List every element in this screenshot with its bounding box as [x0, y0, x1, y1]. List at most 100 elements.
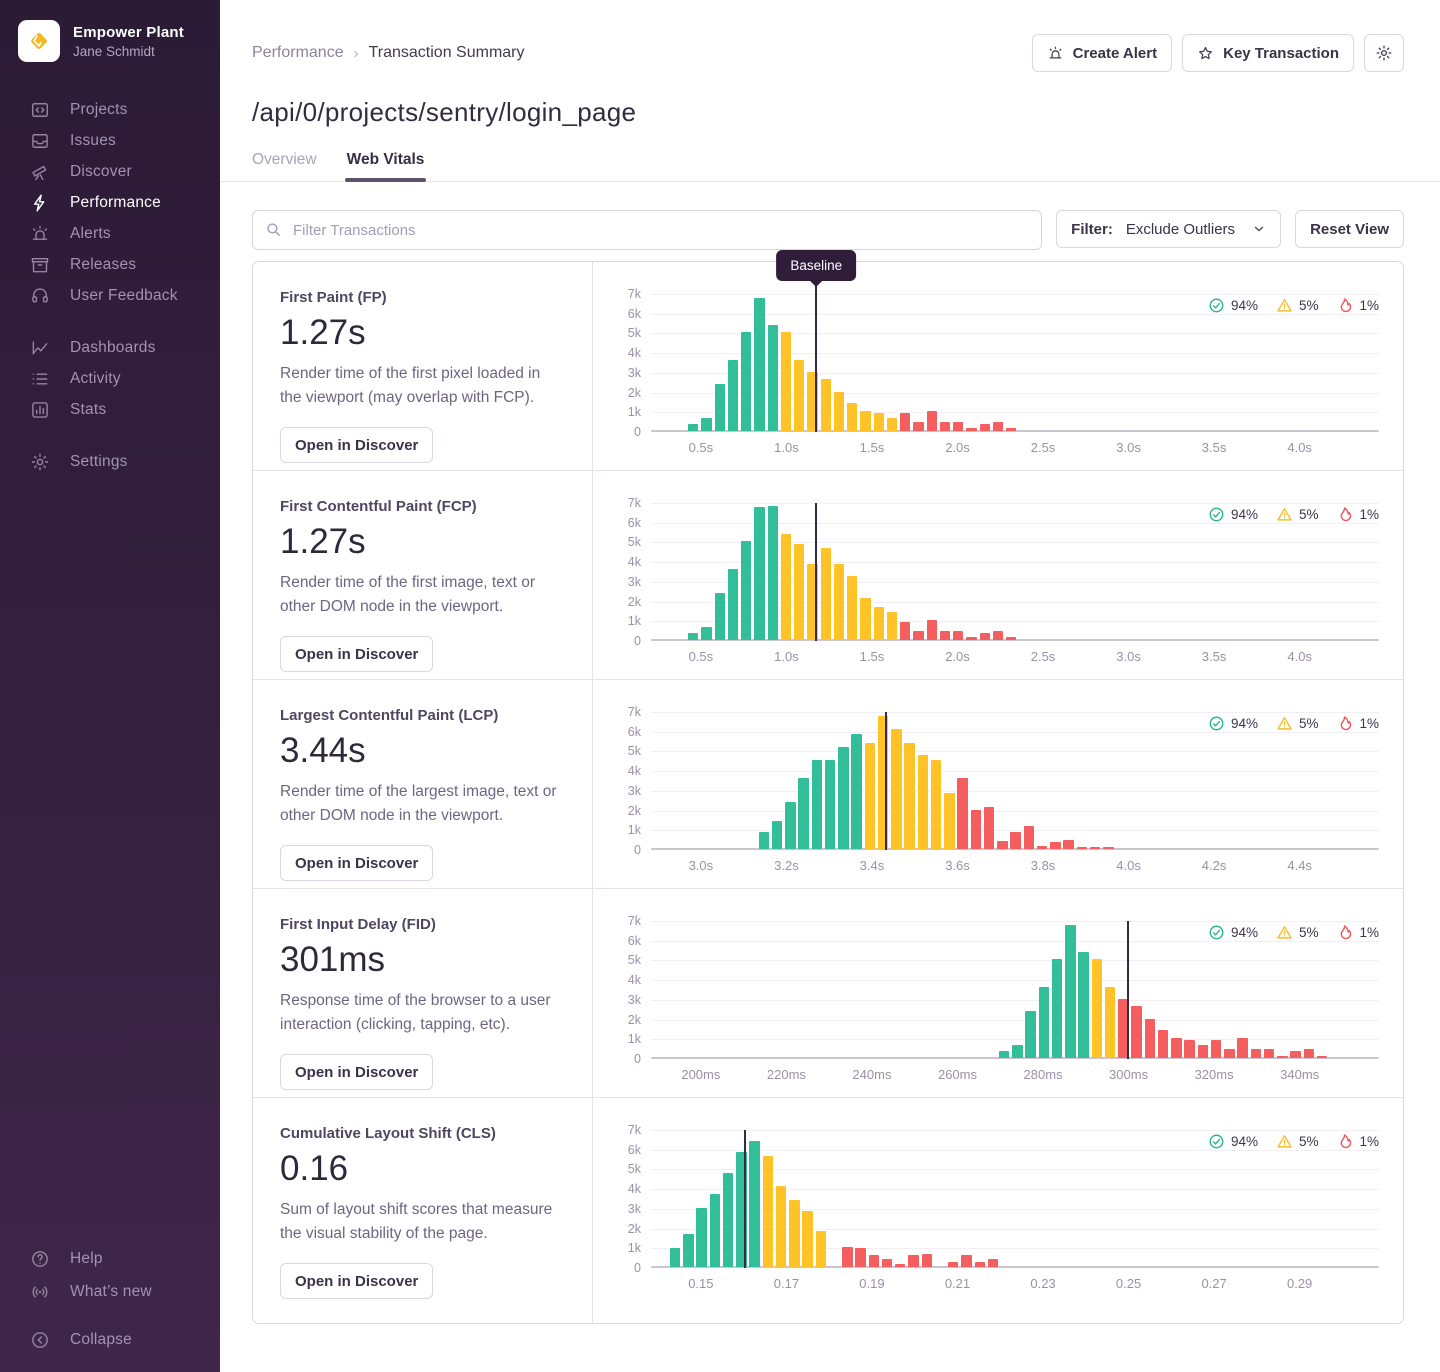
vital-row: First Paint (FP) 1.27s Render time of th…	[253, 262, 1403, 471]
histogram-bar	[821, 548, 831, 640]
histogram-bar	[953, 631, 963, 640]
baseline-line	[885, 712, 887, 850]
histogram-plot[interactable]: 94%5%1%200ms220ms240ms260ms280ms300ms320…	[651, 921, 1379, 1059]
sidebar-item-user-feedback[interactable]: User Feedback	[0, 280, 220, 311]
legend-poor-value: 1%	[1359, 1134, 1379, 1149]
histogram-bar	[1224, 1049, 1234, 1058]
x-tick-label: 320ms	[1195, 1067, 1234, 1082]
dashboards-icon	[30, 338, 50, 358]
sidebar-item-label: Dashboards	[70, 339, 156, 357]
legend-good-value: 94%	[1231, 925, 1258, 940]
sidebar-item-performance[interactable]: Performance	[0, 187, 220, 218]
feedback-icon	[30, 286, 50, 306]
filter-value: Exclude Outliers	[1126, 221, 1235, 238]
histogram-bar	[997, 841, 1007, 849]
org-switcher[interactable]: Empower Plant Jane Schmidt	[0, 20, 220, 62]
y-tick-label: 3k	[628, 993, 641, 1007]
org-user: Jane Schmidt	[73, 44, 184, 59]
page-header: Performance › Transaction Summary Create…	[220, 0, 1440, 182]
breadcrumb-separator: ›	[354, 45, 359, 62]
sidebar-nav: ProjectsIssuesDiscover Performance Alerts R…	[0, 94, 220, 498]
histogram-plot[interactable]: 94%5%1%0.5s1.0s1.5s2.0s2.5s3.0s3.5s4.0s	[651, 503, 1379, 641]
vital-value: 1.27s	[280, 522, 564, 562]
sidebar-item-alerts[interactable]: Alerts	[0, 218, 220, 249]
y-tick-label: 4k	[628, 346, 641, 360]
vital-title: First Input Delay (FID)	[280, 916, 564, 933]
histogram-plot[interactable]: 94%5%1%0.150.170.190.210.230.250.270.29	[651, 1130, 1379, 1268]
sidebar-item-whats-new[interactable]: What’s new	[0, 1275, 220, 1308]
vital-title: First Paint (FP)	[280, 289, 564, 306]
histogram-bar	[855, 1248, 865, 1267]
flame-icon	[1336, 715, 1353, 732]
open-in-discover-button[interactable]: Open in Discover	[280, 1263, 433, 1299]
sidebar-item-releases[interactable]: Releases	[0, 249, 220, 280]
sidebar-item-help[interactable]: Help	[0, 1242, 220, 1275]
filter-dropdown[interactable]: Filter: Exclude Outliers	[1056, 210, 1281, 248]
sidebar-item-label: Releases	[70, 256, 136, 274]
key-transaction-button[interactable]: Key Transaction	[1182, 34, 1354, 72]
histogram-plot[interactable]: Baseline94%5%1%0.5s1.0s1.5s2.0s2.5s3.0s3…	[651, 294, 1379, 432]
gridline	[651, 1020, 1379, 1021]
sidebar-item-label: Collapse	[70, 1331, 132, 1349]
histogram-bar	[918, 755, 928, 849]
x-tick-label: 260ms	[938, 1067, 977, 1082]
sidebar-item-dashboards[interactable]: Dashboards	[0, 332, 220, 363]
tab-bar: Overview Web Vitals	[252, 151, 1404, 181]
org-name: Empower Plant	[73, 24, 184, 41]
tab-web-vitals[interactable]: Web Vitals	[347, 151, 425, 181]
nav-group: Dashboards ActivityStats	[0, 332, 220, 425]
histogram-bar	[891, 729, 901, 849]
sidebar-item-stats[interactable]: Stats	[0, 394, 220, 425]
breadcrumb-performance[interactable]: Performance	[252, 44, 344, 62]
x-tick-label: 1.0s	[774, 649, 799, 664]
y-tick-label: 1k	[628, 614, 641, 628]
histogram-bar	[913, 631, 923, 640]
stats-icon	[30, 400, 50, 420]
vital-row: Largest Contentful Paint (LCP) 3.44s Ren…	[253, 680, 1403, 889]
histogram-bar	[749, 1141, 759, 1267]
open-in-discover-button[interactable]: Open in Discover	[280, 845, 433, 881]
legend-poor-value: 1%	[1359, 298, 1379, 313]
circle-check-icon	[1208, 924, 1225, 941]
settings-gear-button[interactable]	[1364, 34, 1404, 72]
sidebar-item-discover[interactable]: Discover	[0, 156, 220, 187]
gridline	[651, 1189, 1379, 1190]
x-tick-label: 0.23	[1030, 1276, 1055, 1291]
histogram-bar	[825, 760, 835, 849]
histogram-bar	[763, 1156, 773, 1267]
circle-check-icon	[1208, 1133, 1225, 1150]
y-tick-label: 0	[634, 425, 641, 439]
triangle-alert-icon	[1276, 297, 1293, 314]
nav-group: ProjectsIssuesDiscover Performance Alerts R…	[0, 94, 220, 311]
y-tick-label: 3k	[628, 1202, 641, 1216]
gridline	[651, 960, 1379, 961]
tab-overview[interactable]: Overview	[252, 151, 317, 181]
sidebar: Empower Plant Jane Schmidt ProjectsIssue…	[0, 0, 220, 1372]
histogram-bar	[759, 832, 769, 849]
search-input[interactable]	[252, 210, 1042, 250]
histogram-bar	[860, 598, 870, 640]
histogram-bar	[789, 1200, 799, 1267]
sidebar-item-issues[interactable]: Issues	[0, 125, 220, 156]
sidebar-item-settings[interactable]: Settings	[0, 446, 220, 477]
histogram-bar	[908, 1255, 918, 1267]
sidebar-item-projects[interactable]: Projects	[0, 94, 220, 125]
sidebar-item-activity[interactable]: Activity	[0, 363, 220, 394]
y-tick-label: 4k	[628, 1182, 641, 1196]
histogram-bar	[842, 1247, 852, 1267]
sidebar-item-collapse[interactable]: Collapse	[0, 1323, 220, 1356]
open-in-discover-button[interactable]: Open in Discover	[280, 1054, 433, 1090]
legend-poor: 1%	[1336, 297, 1379, 314]
histogram-bar	[1251, 1049, 1261, 1058]
histogram-bar	[847, 403, 857, 431]
sidebar-item-label: Performance	[70, 194, 161, 212]
x-tick-label: 240ms	[852, 1067, 891, 1082]
histogram-bar	[847, 576, 857, 640]
siren-icon	[1047, 45, 1064, 62]
reset-view-button[interactable]: Reset View	[1295, 210, 1404, 248]
performance-icon	[30, 193, 50, 213]
open-in-discover-button[interactable]: Open in Discover	[280, 636, 433, 672]
histogram-plot[interactable]: 94%5%1%3.0s3.2s3.4s3.6s3.8s4.0s4.2s4.4s	[651, 712, 1379, 850]
create-alert-button[interactable]: Create Alert	[1032, 34, 1172, 72]
open-in-discover-button[interactable]: Open in Discover	[280, 427, 433, 463]
